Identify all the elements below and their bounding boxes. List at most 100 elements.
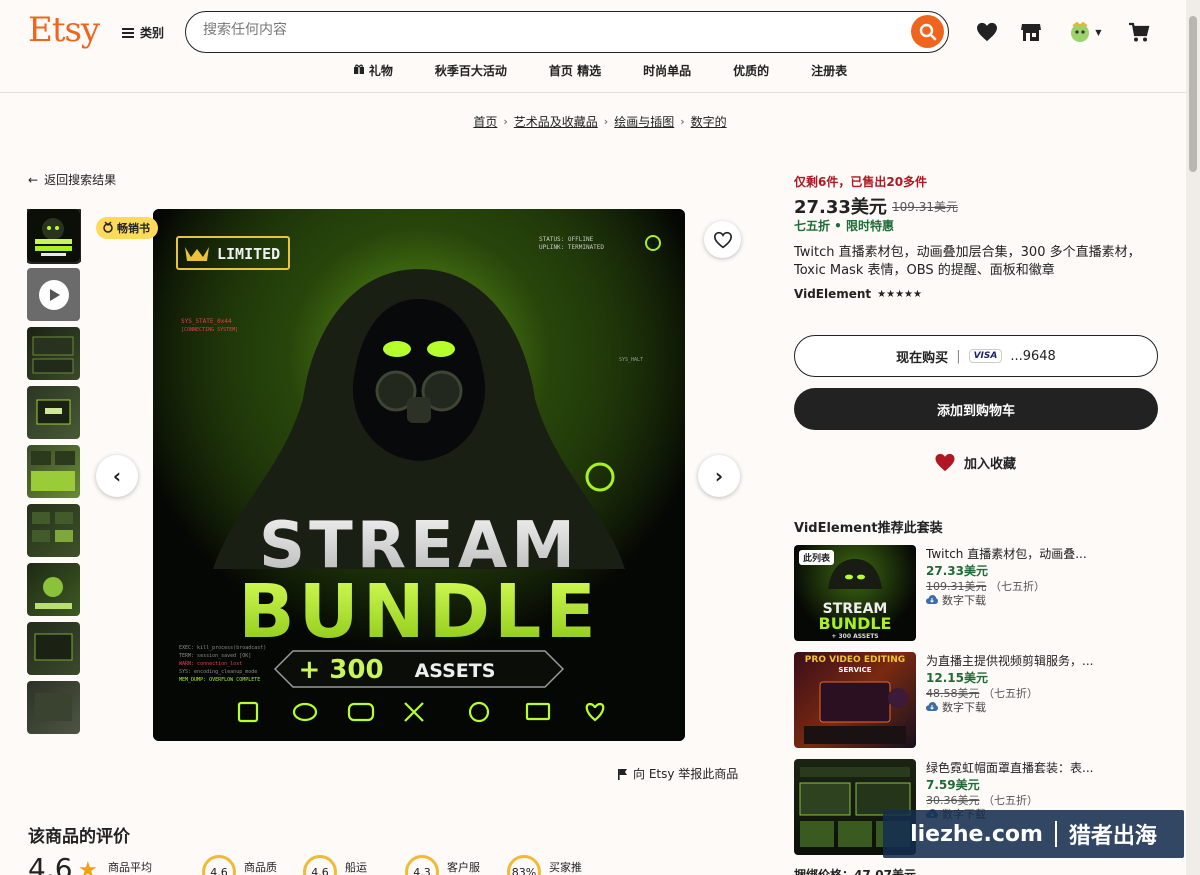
- subnav-label: 礼物: [368, 64, 393, 78]
- bundle-title: BUNDLE: [238, 569, 600, 655]
- limited-label: LIMITED: [217, 245, 280, 263]
- image-favorite-button[interactable]: [704, 221, 741, 258]
- buy-now-button[interactable]: 现在购买 | VISA ...9648: [794, 335, 1158, 377]
- metric-label: 商品质: [244, 861, 277, 874]
- subnav-gifts[interactable]: 礼物: [332, 62, 414, 79]
- seller-name[interactable]: VidElement: [794, 287, 871, 301]
- metric-shipping: 4.6 船运: [303, 855, 367, 875]
- next-image-button[interactable]: ›: [698, 455, 740, 497]
- watermark-divider: [1054, 821, 1057, 847]
- recommendation-title: Twitch 直播素材包，动画叠...: [926, 547, 1087, 561]
- add-to-cart-button[interactable]: 添加到购物车: [794, 388, 1158, 430]
- cloud-download-icon: [926, 595, 938, 604]
- sys-halt-label: SYS_HALT: [619, 357, 643, 363]
- metric-recommend: 83% 买家推: [507, 855, 582, 875]
- thumbnail-4[interactable]: [27, 386, 80, 439]
- bestseller-label: 畅销书: [117, 222, 150, 235]
- chevron-left-icon: ‹: [112, 464, 122, 488]
- chevron-down-icon: ▼: [1095, 27, 1102, 37]
- delivery-label: 数字下载: [942, 701, 986, 714]
- log-line-5: MEM_DUMP: OVERFLOW COMPLETE: [179, 677, 260, 683]
- recommendation-price: 7.59美元: [926, 778, 980, 792]
- favorites-button[interactable]: [975, 20, 999, 44]
- previous-image-button[interactable]: ‹: [96, 455, 138, 497]
- assets-count: + 300: [298, 655, 383, 685]
- etsy-logo[interactable]: Etsy: [28, 10, 100, 50]
- subnav-registry[interactable]: 注册表: [790, 62, 868, 79]
- chevron-right-icon: ›: [680, 115, 685, 128]
- categories-label: 类别: [140, 26, 165, 40]
- average-rating-label[interactable]: 商品平均: [108, 859, 152, 875]
- gift-icon: [353, 63, 365, 78]
- digital-download: 数字下载: [926, 592, 986, 608]
- scrollbar-thumb[interactable]: [1189, 16, 1197, 172]
- rec-img-line2: SERVICE: [838, 666, 871, 674]
- average-rating: 4.6: [28, 852, 73, 875]
- account-button[interactable]: ▼: [1063, 20, 1107, 44]
- thumbnail-6[interactable]: [27, 504, 80, 557]
- heart-outline-icon: [713, 231, 732, 248]
- play-icon: [39, 280, 69, 310]
- shop-icon: [1021, 24, 1041, 41]
- discount: （七五折）: [983, 687, 1038, 700]
- discount: （七五折）: [990, 580, 1045, 593]
- subnav-fashion[interactable]: 时尚单品: [622, 62, 712, 79]
- shop-manager-button[interactable]: [1019, 20, 1043, 44]
- breadcrumb-painting[interactable]: 绘画与插图: [614, 113, 674, 130]
- watermark-right: 猎者出海: [1068, 824, 1157, 849]
- breadcrumb-art[interactable]: 艺术品及收藏品: [514, 113, 598, 130]
- uplink-label: UPLINK: TERMINATED: [539, 244, 604, 251]
- product-title: Twitch 直播素材包，动画叠加层合集，300 多个直播素材，Toxic Ma…: [794, 245, 1141, 278]
- thumbnail-3[interactable]: [27, 327, 80, 380]
- search-input[interactable]: [203, 22, 893, 38]
- assets-word: ASSETS: [415, 660, 496, 682]
- heart-icon: [935, 453, 955, 472]
- chevron-right-icon: ›: [603, 115, 609, 128]
- card-number: ...9648: [1010, 348, 1056, 364]
- cart-button[interactable]: [1127, 20, 1151, 44]
- metric-circle: 83%: [507, 855, 541, 875]
- back-label: 返回搜索结果: [44, 173, 117, 187]
- thumbnail-1[interactable]: [27, 209, 81, 264]
- breadcrumb-home[interactable]: 首页: [473, 113, 497, 130]
- back-to-search-link[interactable]: ← 返回搜索结果: [28, 171, 116, 188]
- search-button[interactable]: [911, 15, 944, 48]
- cart-icon: [1129, 22, 1150, 42]
- metric-label: 买家推: [549, 861, 582, 874]
- buy-now-label: 现在购买: [896, 350, 949, 366]
- reviews-heading: 该商品的评价: [28, 827, 130, 847]
- deal-badge: 七五折 • 限时特惠: [794, 219, 895, 233]
- sys-sub-label: [CONNECTING SYSTEM]: [181, 327, 238, 333]
- recommendation-title: 绿色霓虹帽面罩直播套装：表...: [926, 761, 1094, 775]
- recommendation-item[interactable]: PRO VIDEO EDITING SERVICE 为直播主提供视频剪辑服务，.…: [794, 652, 1164, 748]
- report-label: 向 Etsy 举报此商品: [633, 767, 739, 781]
- avatar-icon: [1071, 21, 1090, 42]
- recommendation-item[interactable]: 此列表 STREAM BUNDLE + 300 ASSETS Twitch 直播…: [794, 545, 1164, 641]
- thumbnail-7[interactable]: [27, 563, 80, 616]
- subnav-fall-top100[interactable]: 秋季百大活动: [414, 62, 528, 79]
- thumbnail-8[interactable]: [27, 622, 80, 675]
- breadcrumb-digital[interactable]: 数字的: [691, 113, 727, 130]
- rec-img-line2: BUNDLE: [819, 614, 892, 633]
- site-header: Etsy 类别 ▼ 礼物 秋季百大活动 首页 精选: [0, 0, 1200, 93]
- recommendation-image: PRO VIDEO EDITING SERVICE: [794, 652, 916, 748]
- flag-icon: [618, 768, 627, 780]
- metric-label: 客户服: [447, 861, 480, 874]
- heart-icon: [977, 22, 997, 42]
- page-scrollbar[interactable]: [1186, 0, 1200, 875]
- subnav-premium[interactable]: 优质的: [712, 62, 790, 79]
- bestseller-badge: 畅销书: [96, 217, 158, 239]
- main-product-image[interactable]: LIMITED STATUS: OFFLINE UPLINK: TERMINAT…: [153, 209, 685, 741]
- report-listing-link[interactable]: 向 Etsy 举报此商品: [617, 765, 738, 782]
- recommendations-heading: VidElement推荐此套装: [794, 521, 943, 536]
- stock-note: 仅剩6件，已售出20多件: [794, 175, 928, 189]
- add-to-favorites-button[interactable]: 加入收藏: [934, 453, 1016, 472]
- subnav-home-picks[interactable]: 首页 精选: [528, 62, 622, 79]
- discount: （七五折）: [983, 794, 1038, 807]
- this-listing-tag: 此列表: [799, 550, 835, 565]
- thumbnail-video[interactable]: [27, 268, 80, 321]
- thumbnail-9[interactable]: [27, 681, 80, 734]
- thumbnail-5[interactable]: [27, 445, 80, 498]
- rec-img-line3: + 300 ASSETS: [831, 633, 878, 640]
- categories-button[interactable]: 类别: [122, 24, 164, 41]
